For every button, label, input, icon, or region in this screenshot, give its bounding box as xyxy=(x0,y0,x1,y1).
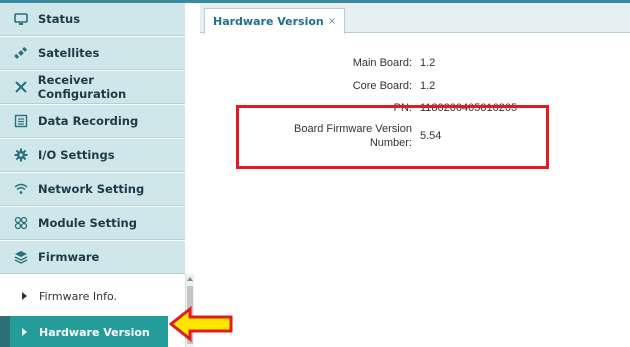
status-icon xyxy=(10,12,32,26)
satellite-icon xyxy=(10,46,32,60)
sidebar-item-data-recording[interactable]: Data Recording xyxy=(0,105,185,138)
sidebar-item-satellites[interactable]: Satellites xyxy=(0,37,185,70)
wifi-icon xyxy=(10,182,32,196)
layers-icon xyxy=(10,250,32,264)
tab-hardware-version[interactable]: Hardware Version × xyxy=(204,8,346,34)
sidebar-item-label: Network Setting xyxy=(38,182,145,196)
sidebar-item-status[interactable]: Status xyxy=(0,3,185,36)
core-board-label: Core Board: xyxy=(352,80,412,92)
sidebar-item-io-settings[interactable]: I/O Settings xyxy=(0,139,185,172)
close-icon[interactable]: × xyxy=(328,16,336,27)
sidebar-item-receiver-configuration[interactable]: Receiver Configuration xyxy=(0,71,185,104)
caret-right-icon xyxy=(22,328,27,336)
submenu-item-firmware-info[interactable]: Firmware Info. xyxy=(10,280,180,312)
tab-label: Hardware Version xyxy=(213,15,324,28)
main-board-value: 1.2 xyxy=(420,57,436,69)
module-icon xyxy=(10,216,32,230)
submenu-item-hardware-version[interactable]: Hardware Version xyxy=(10,316,168,347)
sidebar-item-label: Module Setting xyxy=(38,216,137,230)
sidebar-item-label: I/O Settings xyxy=(38,148,115,162)
sidebar-item-firmware[interactable]: Firmware xyxy=(0,241,185,274)
highlight-box xyxy=(236,105,549,169)
firmware-submenu: Firmware Info. Hardware Version xyxy=(0,274,185,347)
sidebar-item-label: Receiver Configuration xyxy=(37,73,127,101)
sidebar-item-label: Satellites xyxy=(38,46,100,60)
scroll-up-icon[interactable] xyxy=(187,277,193,281)
main-board-label: Main Board: xyxy=(352,57,412,69)
sidebar-item-module-setting[interactable]: Module Setting xyxy=(0,207,185,240)
caret-right-icon xyxy=(22,292,27,300)
sidebar-item-network-setting[interactable]: Network Setting xyxy=(0,173,185,206)
tab-strip: Hardware Version × xyxy=(200,3,630,34)
gear-icon xyxy=(10,148,32,162)
hardware-version-panel: Main Board: 1.2 Core Board: 1.2 PN: 1180… xyxy=(200,33,630,347)
pointer-arrow-icon xyxy=(168,306,233,342)
submenu-item-label: Hardware Version xyxy=(39,325,150,339)
tools-icon xyxy=(10,80,32,94)
sidebar-item-label: Firmware xyxy=(38,250,100,264)
active-marker xyxy=(0,316,10,347)
sidebar-item-label: Status xyxy=(38,12,81,26)
sidebar-item-label: Data Recording xyxy=(38,114,139,128)
submenu-item-label: Firmware Info. xyxy=(39,289,118,303)
core-board-value: 1.2 xyxy=(420,80,436,92)
data-recording-icon xyxy=(10,114,32,128)
